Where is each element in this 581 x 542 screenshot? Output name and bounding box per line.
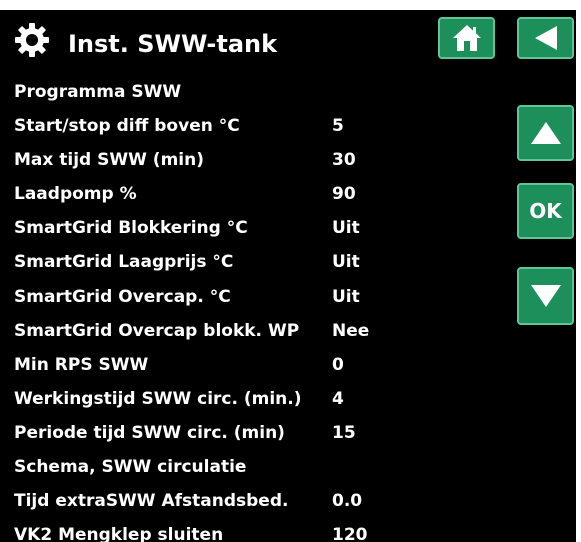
- settings-row[interactable]: Periode tijd SWW circ. (min) 15: [0, 416, 510, 450]
- setting-value: Uit: [332, 286, 360, 307]
- setting-label: VK2 Mengklep sluiten: [14, 525, 224, 542]
- settings-row[interactable]: SmartGrid Overcap blokk. WP Nee: [0, 314, 510, 348]
- setting-label: Start/stop diff boven °C: [14, 116, 240, 137]
- settings-row[interactable]: Schema, SWW circulatie: [0, 450, 510, 484]
- setting-value: 0: [332, 354, 344, 375]
- settings-row[interactable]: Programma SWW: [0, 75, 510, 109]
- setting-label: Werkingstijd SWW circ. (min.): [14, 388, 302, 409]
- back-button[interactable]: [517, 17, 574, 59]
- setting-label: Tijd extraSWW Afstandsbed.: [14, 491, 289, 512]
- settings-row[interactable]: Werkingstijd SWW circ. (min.) 4: [0, 382, 510, 416]
- settings-row[interactable]: Tijd extraSWW Afstandsbed. 0.0: [0, 484, 510, 518]
- settings-row[interactable]: SmartGrid Laagprijs °C Uit: [0, 245, 510, 279]
- gear-icon[interactable]: [15, 23, 49, 57]
- settings-list: Programma SWW Start/stop diff boven °C 5…: [0, 75, 510, 542]
- back-arrow-icon: [534, 26, 557, 50]
- setting-value: 120: [332, 525, 368, 542]
- home-icon: [452, 25, 481, 51]
- scroll-down-button[interactable]: [517, 267, 574, 325]
- setting-value: Uit: [332, 218, 360, 239]
- settings-row[interactable]: SmartGrid Overcap. °C Uit: [0, 280, 510, 314]
- setting-label: SmartGrid Overcap blokk. WP: [14, 320, 300, 341]
- setting-value: 5: [332, 116, 344, 137]
- setting-label: SmartGrid Overcap. °C: [14, 286, 231, 307]
- settings-row[interactable]: Max tijd SWW (min) 30: [0, 143, 510, 177]
- home-button[interactable]: [438, 17, 495, 59]
- arrow-up-icon: [530, 122, 561, 144]
- setting-label: Max tijd SWW (min): [14, 150, 204, 171]
- arrow-down-icon: [530, 285, 561, 307]
- setting-value: 90: [332, 184, 356, 205]
- ok-button[interactable]: OK: [517, 183, 574, 239]
- settings-row[interactable]: Min RPS SWW 0: [0, 348, 510, 382]
- setting-value: 4: [332, 388, 344, 409]
- setting-value: 30: [332, 150, 356, 171]
- setting-label: SmartGrid Blokkering °C: [14, 218, 248, 239]
- setting-label: Laadpomp %: [14, 184, 137, 205]
- page-title: Inst. SWW-tank: [68, 30, 278, 58]
- screen: Inst. SWW-tank OK Programma SWW Start/st…: [0, 10, 576, 542]
- setting-label: Schema, SWW circulatie: [14, 457, 247, 478]
- header: Inst. SWW-tank: [0, 10, 576, 70]
- setting-label: Min RPS SWW: [14, 354, 149, 375]
- setting-label: Programma SWW: [14, 82, 182, 102]
- setting-label: Periode tijd SWW circ. (min): [14, 422, 285, 443]
- setting-value: 0.0: [332, 491, 363, 512]
- settings-row[interactable]: Laadpomp % 90: [0, 177, 510, 211]
- settings-row[interactable]: Start/stop diff boven °C 5: [0, 109, 510, 143]
- setting-value: 15: [332, 422, 356, 443]
- setting-value: Nee: [332, 320, 370, 341]
- settings-row[interactable]: SmartGrid Blokkering °C Uit: [0, 211, 510, 245]
- setting-label: SmartGrid Laagprijs °C: [14, 252, 234, 273]
- scroll-up-button[interactable]: [517, 105, 574, 161]
- settings-row[interactable]: VK2 Mengklep sluiten 120: [0, 518, 510, 542]
- setting-value: Uit: [332, 252, 360, 273]
